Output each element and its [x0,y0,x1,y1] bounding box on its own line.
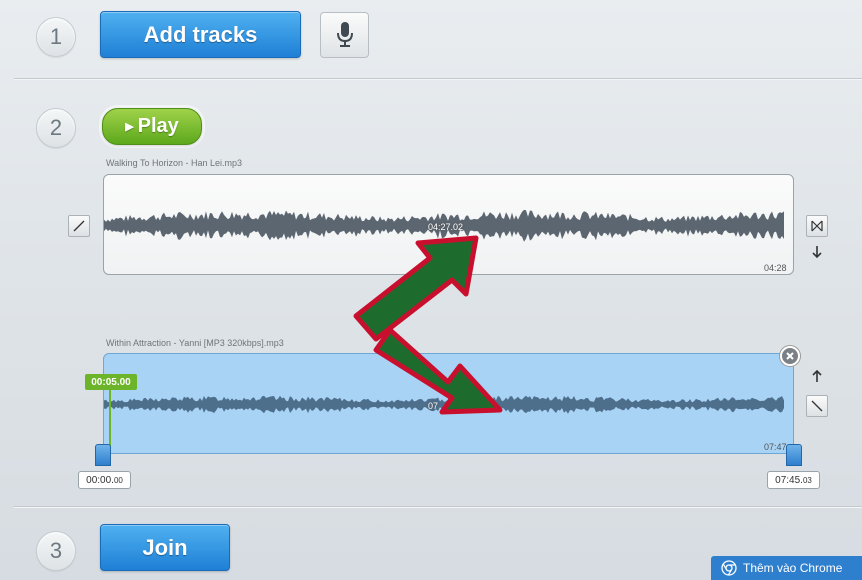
range-start-handle[interactable] [95,444,111,466]
track-2-wave-shape [104,395,784,414]
track-2-waveform[interactable]: 07 07:47 [103,353,794,454]
track-1-name: Walking To Horizon - Han Lei.mp3 [106,158,243,168]
fade-out-icon [811,400,823,412]
arrow-up-icon [812,369,822,382]
add-to-chrome-label: Thêm vào Chrome [743,561,843,575]
track-1-duration: 04:28 [764,263,787,273]
close-icon [786,352,794,360]
arrow-down-icon [812,246,822,259]
microphone-icon [336,22,353,47]
step-2-number: 2 [36,108,76,148]
fade-in-icon [73,220,85,232]
join-button[interactable]: Join [100,524,230,571]
add-to-chrome-button[interactable]: Thêm vào Chrome [711,556,862,580]
step-1-number: 1 [36,17,76,57]
track-2-name: Within Attraction - Yanni [MP3 320kbps].… [106,338,284,348]
move-down-arrow[interactable] [811,244,823,260]
section-divider-1 [14,78,862,79]
crossfade-button[interactable] [806,215,828,237]
track-2-cursor-time: 07 [428,401,439,411]
fade-out-button[interactable] [806,395,828,417]
range-start-ms: 00 [113,475,123,485]
range-end-handle[interactable] [786,444,802,466]
range-start-time[interactable]: 00:00. 00 [78,471,131,489]
crossfade-icon [811,220,823,232]
move-up-arrow[interactable] [811,368,823,384]
range-end-main: 07:45. [775,474,803,486]
remove-track-button[interactable] [780,346,800,366]
add-tracks-button[interactable]: Add tracks [100,11,301,58]
play-button-label: Play [137,115,179,137]
range-end-time[interactable]: 07:45. 03 [767,471,820,489]
range-start-main: 00:00. [86,474,114,486]
track-1-waveform[interactable]: 04:27.02 04:28 [103,174,794,275]
start-marker-label[interactable]: 00:05.00 [85,374,137,390]
step-3-number: 3 [36,531,76,571]
play-triangle-icon: ▶ [125,121,134,133]
annotation-arrows [353,235,503,415]
chrome-icon [721,560,737,576]
track-2-duration: 07:47 [764,442,787,452]
section-divider-2 [14,506,862,507]
track-1-cursor-time: 04:27.02 [428,222,464,232]
play-button[interactable]: ▶ Play [102,108,202,145]
range-end-ms: 03 [802,475,812,485]
microphone-button[interactable] [320,12,369,58]
fade-in-button[interactable] [68,215,90,237]
